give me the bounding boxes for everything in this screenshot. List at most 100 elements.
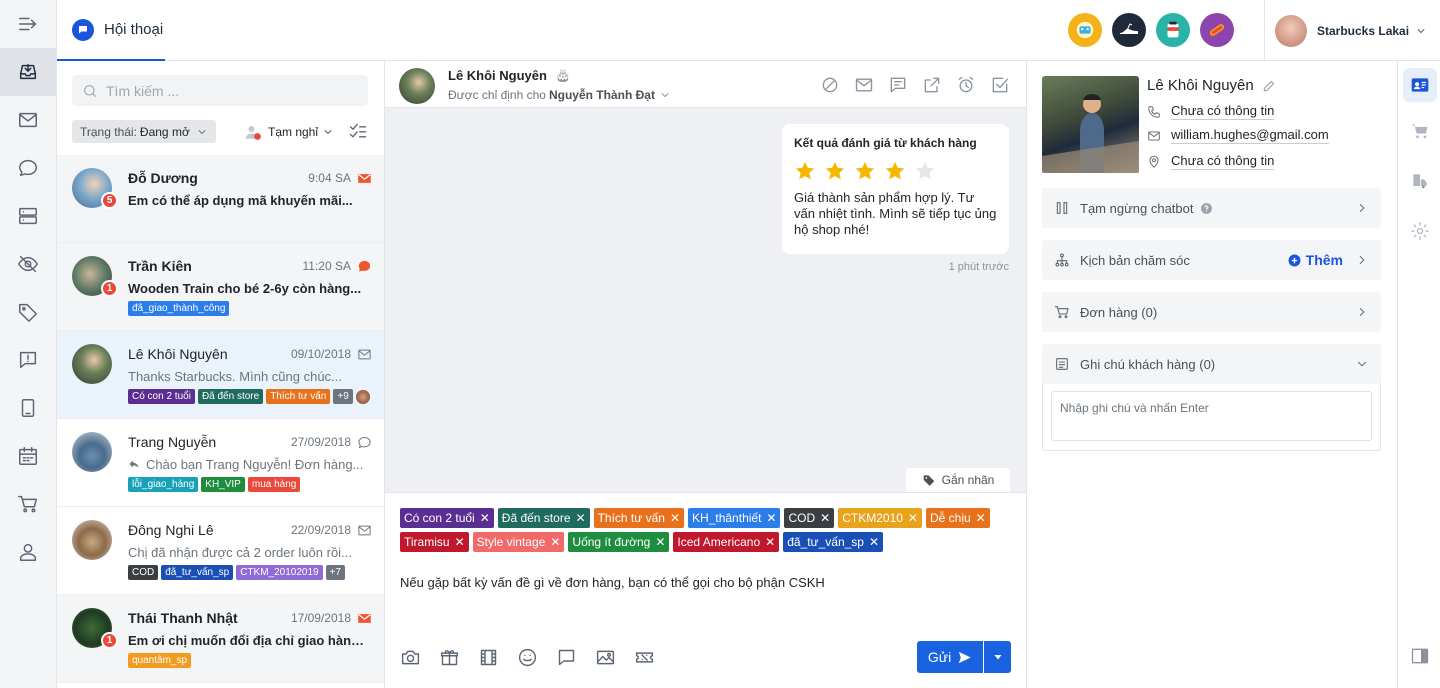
customer-phone[interactable]: Chưa có thông tin	[1171, 103, 1275, 120]
nav-email[interactable]	[0, 96, 56, 144]
add-care-script-button[interactable]: Thêm	[1288, 252, 1343, 268]
collapse-menu-button[interactable]	[0, 0, 56, 48]
camera-icon[interactable]	[400, 647, 421, 668]
composer-tag-label: Uống ít đường	[572, 535, 651, 549]
customer-email[interactable]: william.hughes@gmail.com	[1171, 127, 1329, 144]
mark-all-read-button[interactable]	[348, 121, 368, 141]
remove-tag-icon[interactable]: ✕	[908, 510, 918, 526]
gear-icon	[1410, 222, 1429, 240]
customer-phone-row: Chưa có thông tin	[1147, 103, 1275, 120]
product-gift-icon[interactable]	[439, 647, 460, 668]
conversation-preview-text: Wooden Train cho bé 2-6y còn hàng...	[128, 281, 362, 296]
add-tag-button[interactable]: Gắn nhãn	[906, 468, 1010, 492]
page-switcher	[1068, 13, 1234, 47]
page-avatar-2[interactable]	[1112, 13, 1146, 47]
nav-tags[interactable]	[0, 288, 56, 336]
tab-conversations[interactable]: Hội thoại	[57, 0, 165, 61]
coupon-icon[interactable]	[634, 647, 655, 668]
chat-bubble-icon	[358, 260, 371, 272]
conversation-time: 9:04 SA	[308, 171, 351, 185]
nav-inbox[interactable]	[0, 48, 56, 96]
send-button[interactable]: Gửi	[917, 641, 983, 673]
caret-down-icon	[994, 655, 1001, 660]
remove-tag-icon[interactable]: ✕	[869, 534, 879, 550]
notes-input[interactable]	[1051, 391, 1372, 441]
note-message-icon[interactable]	[888, 75, 908, 95]
orders-panel[interactable]: Đơn hàng (0)	[1042, 292, 1381, 332]
nav-cart[interactable]	[0, 480, 56, 528]
rail-toggle-panel[interactable]	[1398, 636, 1440, 676]
conversation-item[interactable]: 1 Trần Kiên 11:20 SA Wooden Train cho bé 2-…	[57, 243, 384, 331]
chat-bubble-icon	[19, 159, 37, 177]
block-icon[interactable]	[820, 75, 840, 95]
conversation-preview: Em có thể áp dụng mã khuyến mãi...	[128, 193, 368, 208]
rail-settings[interactable]	[1398, 211, 1440, 251]
conversation-time: 17/09/2018	[290, 611, 351, 625]
remove-tag-icon[interactable]: ✕	[576, 510, 586, 526]
remove-tag-icon[interactable]: ✕	[976, 510, 986, 526]
page-avatar-1-icon	[1076, 21, 1094, 39]
conversation-item[interactable]: Đông Nghi Lê 22/09/2018 Chị đã nhận được c…	[57, 507, 384, 595]
emoji-icon[interactable]	[517, 647, 538, 668]
chatbot-pause-panel[interactable]: Tạm ngừng chatbot	[1042, 188, 1381, 228]
remove-tag-icon[interactable]: ✕	[550, 534, 560, 550]
nav-calendar[interactable]	[0, 432, 56, 480]
conversation-avatar	[72, 432, 112, 472]
external-link-icon[interactable]	[922, 75, 942, 95]
conversation-item[interactable]: Trang Nguyễn 27/09/2018 Chào bạn Trang Ngu…	[57, 419, 384, 507]
video-film-icon[interactable]	[478, 647, 499, 668]
mail-icon[interactable]	[854, 75, 874, 95]
assignment-dropdown[interactable]: Được chỉ định cho Nguyễn Thành Đạt	[448, 88, 671, 102]
composer-tag: Có con 2 tuổi ✕	[400, 508, 494, 528]
add-care-label: Thêm	[1305, 252, 1343, 268]
customer-address-row: Chưa có thông tin	[1147, 153, 1275, 170]
account-menu[interactable]: Starbucks Lakai	[1264, 0, 1440, 61]
rail-shipping[interactable]	[1398, 161, 1440, 201]
composer-tag-label: Tiramisu	[404, 535, 450, 549]
conversation-name: Trần Kiên	[128, 258, 192, 274]
remove-tag-icon[interactable]: ✕	[670, 510, 680, 526]
conversation-tags: quantâm_sp	[128, 653, 192, 668]
check-square-icon[interactable]	[990, 75, 1010, 95]
alarm-clock-icon[interactable]	[956, 75, 976, 95]
nav-servers[interactable]	[0, 192, 56, 240]
remove-tag-icon[interactable]: ✕	[480, 510, 490, 526]
away-label: Tạm nghỉ	[268, 124, 319, 139]
remove-tag-icon[interactable]: ✕	[655, 534, 665, 550]
search-icon	[84, 84, 96, 97]
away-status-dropdown[interactable]: Tạm nghỉ	[244, 120, 334, 143]
rail-orders[interactable]	[1398, 111, 1440, 151]
care-script-panel[interactable]: Kịch bản chăm sóc Thêm	[1042, 240, 1381, 280]
page-avatar-3[interactable]	[1156, 13, 1190, 47]
nav-mobile[interactable]	[0, 384, 56, 432]
menu-expand-icon	[19, 17, 37, 31]
plus-circle-icon	[1288, 254, 1301, 266]
rail-customer-info[interactable]	[1398, 65, 1440, 105]
status-filter-dropdown[interactable]: Trạng thái: Đang mở	[72, 120, 216, 143]
quick-reply-icon[interactable]	[556, 647, 577, 668]
image-icon[interactable]	[595, 647, 616, 668]
remove-tag-icon[interactable]: ✕	[455, 534, 465, 550]
chevron-right-icon	[1359, 256, 1365, 264]
edit-pencil-icon[interactable]	[1262, 79, 1276, 93]
send-options-button[interactable]	[984, 641, 1011, 673]
nav-chat[interactable]	[0, 144, 56, 192]
message-timestamp: 1 phút trước	[948, 261, 1009, 273]
remove-tag-icon[interactable]: ✕	[765, 534, 775, 550]
page-avatar-1[interactable]	[1068, 13, 1102, 47]
composer-tag-label: Dễ chịu	[929, 511, 971, 525]
conversation-item[interactable]: 5 Đỗ Dương 9:04 SA Em có thể áp dụng mã khu…	[57, 155, 384, 243]
remove-tag-icon[interactable]: ✕	[820, 510, 830, 526]
user-icon	[19, 543, 37, 561]
nav-hidden[interactable]	[0, 240, 56, 288]
notes-panel[interactable]: Ghi chú khách hàng (0)	[1042, 344, 1381, 384]
page-avatar-4[interactable]	[1200, 13, 1234, 47]
message-input[interactable]: Nếu gặp bất kỳ vấn đề gì về đơn hàng, bạ…	[400, 575, 825, 590]
remove-tag-icon[interactable]: ✕	[766, 510, 776, 526]
conversation-item[interactable]: 1 Thái Thanh Nhật 17/09/2018 Em ơi chị muốn…	[57, 595, 384, 683]
search-input[interactable]	[106, 82, 346, 99]
customer-address[interactable]: Chưa có thông tin	[1171, 153, 1275, 170]
nav-feedback[interactable]	[0, 336, 56, 384]
nav-contacts[interactable]	[0, 528, 56, 576]
conversation-item[interactable]: Lê Khôi Nguyên 09/10/2018 Thanks Starbucks…	[57, 331, 384, 419]
